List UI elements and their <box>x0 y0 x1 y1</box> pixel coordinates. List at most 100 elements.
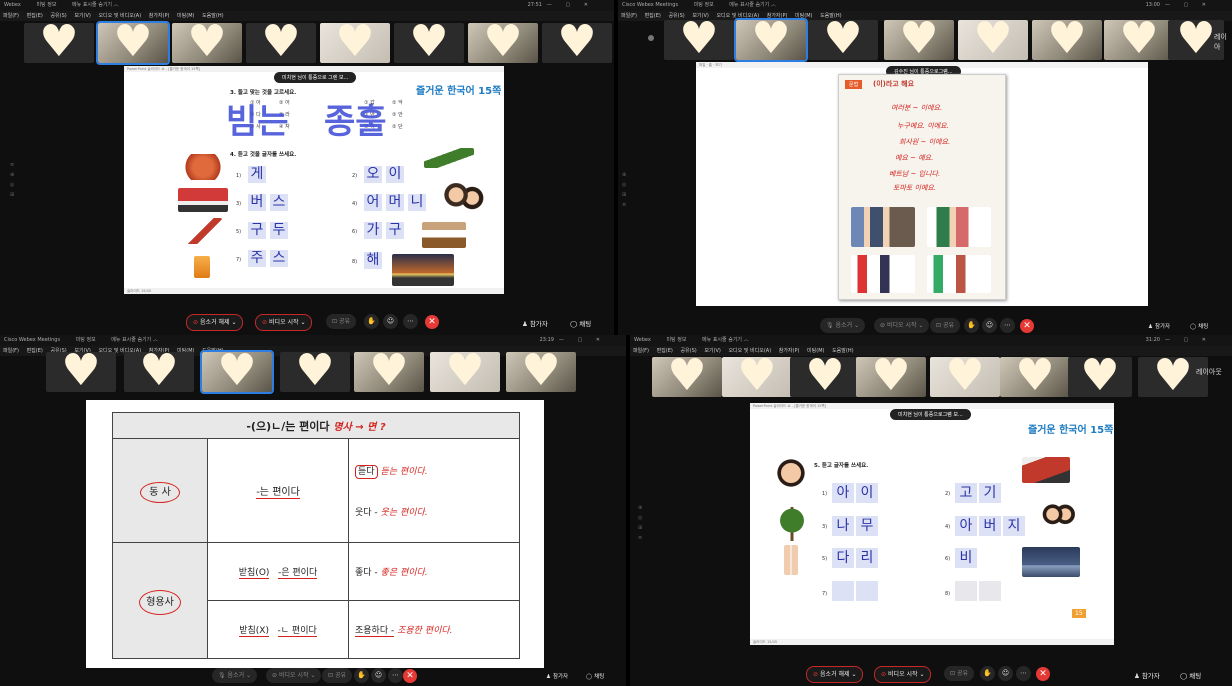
more-options-button[interactable]: ⋯ <box>1016 666 1031 681</box>
participant-tile[interactable]: ♥ <box>506 352 576 392</box>
window-controls[interactable]: — ▢ ✕ <box>1165 0 1212 11</box>
participant-tile[interactable]: ♥ <box>1068 357 1132 397</box>
end-meeting-button[interactable]: ✕ <box>1036 667 1050 681</box>
raise-hand-button[interactable]: ✋ <box>354 668 369 683</box>
menu-meeting[interactable]: 미팅(M) <box>795 13 812 19</box>
start-video-button[interactable]: ⊘ 비디오 시작 ⌄ <box>255 314 313 331</box>
chat-button[interactable]: ◯ 채팅 <box>586 672 604 680</box>
layout-button[interactable]: 레이아웃 <box>1196 367 1222 377</box>
participants-button[interactable]: ♟ 참가자 <box>522 318 548 328</box>
menu-participants[interactable]: 참가자(P) <box>149 13 170 19</box>
participant-tile[interactable]: ♥ <box>1104 20 1174 60</box>
participant-tile[interactable]: ♥ <box>354 352 424 392</box>
participant-tile[interactable]: ♥ <box>246 23 316 63</box>
menu-view[interactable]: 보기(V) <box>704 348 721 354</box>
menu-view[interactable]: 보기(V) <box>74 13 91 19</box>
menu-participants[interactable]: 참가자(P) <box>779 348 800 354</box>
menu-view[interactable]: 보기(V) <box>692 13 709 19</box>
raise-hand-button[interactable]: ✋ <box>980 666 995 681</box>
menu-participants[interactable]: 참가자(P) <box>767 13 788 19</box>
chat-button[interactable]: ◯ 채팅 <box>1180 670 1201 680</box>
more-options-button[interactable]: ⋯ <box>1000 318 1015 333</box>
menu-edit[interactable]: 편집(E) <box>27 13 43 19</box>
meeting-info-link[interactable]: 미팅 정보 <box>694 2 714 8</box>
participant-tile[interactable]: ♥ <box>124 352 194 392</box>
window-controls[interactable]: — ▢ ✕ <box>1165 335 1212 346</box>
raise-hand-button[interactable]: ✋ <box>364 314 379 329</box>
layout-button[interactable]: 레이아 <box>1214 32 1232 52</box>
participants-button[interactable]: ♟ 참가자 <box>1134 670 1160 680</box>
chat-button[interactable]: ◯ 채팅 <box>570 318 591 328</box>
meeting-info-link[interactable]: 미팅 정보 <box>36 2 56 8</box>
participant-tile[interactable]: ♥ <box>1032 20 1102 60</box>
participant-tile[interactable]: ♥ <box>24 23 94 63</box>
raise-hand-button[interactable]: ✋ <box>964 318 979 333</box>
meeting-info-link[interactable]: 미팅 정보 <box>76 337 96 343</box>
more-options-button[interactable]: ⋯ <box>403 314 418 329</box>
participant-tile[interactable]: ♥ <box>430 352 500 392</box>
menu-help[interactable]: 도움말(H) <box>820 13 841 19</box>
strip-scroll-dot[interactable] <box>648 35 654 41</box>
participant-tile[interactable]: ♥ <box>808 20 878 60</box>
participants-button[interactable]: ♟ 참가자 <box>546 672 568 680</box>
participant-tile[interactable]: ♥ <box>46 352 116 392</box>
menu-share[interactable]: 공유(S) <box>50 13 66 19</box>
hide-menu-link[interactable]: 메뉴 표시줄 숨기기 ︿ <box>72 2 119 8</box>
share-button[interactable]: ⊡ 공유 <box>930 318 960 333</box>
participant-tile[interactable]: ♥ <box>930 357 1000 397</box>
participant-tile[interactable]: ♥ <box>734 18 808 62</box>
participant-tile[interactable]: ♥ <box>856 357 926 397</box>
reactions-button[interactable]: ☺ <box>371 668 386 683</box>
side-toolbar[interactable]: ⊕ ◎ ⊞ ≡ <box>622 170 626 210</box>
start-video-button[interactable]: ⊘ 비디오 시작 ⌄ <box>266 668 322 683</box>
menu-audio-video[interactable]: 오디오 및 비디오(A) <box>716 13 759 19</box>
participant-tile[interactable]: ♥ <box>790 357 860 397</box>
end-meeting-button[interactable]: ✕ <box>425 315 439 329</box>
menu-file[interactable]: 파일(F) <box>633 348 649 354</box>
participant-tile[interactable]: ♥ <box>664 20 734 60</box>
meeting-info-link[interactable]: 미팅 정보 <box>666 337 686 343</box>
end-meeting-button[interactable]: ✕ <box>403 669 417 683</box>
menu-file[interactable]: 파일(F) <box>621 13 637 19</box>
menu-meeting[interactable]: 미팅(M) <box>807 348 824 354</box>
menu-help[interactable]: 도움말(H) <box>202 13 223 19</box>
participant-tile[interactable]: ♥ <box>320 23 390 63</box>
menu-file[interactable]: 파일(F) <box>3 348 19 354</box>
menu-edit[interactable]: 편집(E) <box>27 348 43 354</box>
menu-share[interactable]: 공유(S) <box>680 348 696 354</box>
menu-audio-video[interactable]: 오디오 및 비디오(A) <box>98 13 141 19</box>
mute-button[interactable]: 🎙 음소거 ⌄ <box>212 668 258 683</box>
side-toolbar[interactable]: ⊕ ◎ ⊞ ≡ <box>638 503 642 543</box>
participant-tile[interactable]: ♥ <box>652 357 722 397</box>
end-meeting-button[interactable]: ✕ <box>1020 319 1034 333</box>
participant-tile[interactable]: ♥ <box>394 23 464 63</box>
participant-tile[interactable]: ♥ <box>1000 357 1070 397</box>
menu-meeting[interactable]: 미팅(M) <box>177 13 194 19</box>
share-button[interactable]: ⊡ 공유 <box>326 314 356 329</box>
participant-tile[interactable]: ♥ <box>468 23 538 63</box>
hide-menu-link[interactable]: 메뉴 표시줄 숨기기 ︿ <box>702 337 749 343</box>
participant-tile[interactable]: ♥ <box>542 23 612 63</box>
participant-tile[interactable]: ♥ <box>958 20 1028 60</box>
menu-edit[interactable]: 편집(E) <box>645 13 661 19</box>
start-video-button[interactable]: ⊘ 비디오 시작 ⌄ <box>874 318 930 333</box>
more-options-button[interactable]: ⋯ <box>388 668 403 683</box>
menu-share[interactable]: 공유(S) <box>668 13 684 19</box>
mute-button[interactable]: 🎙 음소거 ⌄ <box>820 318 866 333</box>
share-button[interactable]: ⊡ 공유 <box>322 668 352 683</box>
chat-button[interactable]: ◯ 채팅 <box>1190 322 1208 330</box>
window-controls[interactable]: — ▢ ✕ <box>559 335 606 346</box>
participant-tile[interactable]: ♥ <box>172 23 242 63</box>
side-toolbar[interactable]: ≡ ⊕ ◎ ⊞ <box>10 160 14 200</box>
start-video-button[interactable]: ⊘ 비디오 시작 ⌄ <box>874 666 932 683</box>
participant-tile[interactable]: ♥ <box>280 352 350 392</box>
hide-menu-link[interactable]: 메뉴 표시줄 숨기기 ︿ <box>729 2 776 8</box>
reactions-button[interactable]: ☺ <box>982 318 997 333</box>
unmute-button[interactable]: ⊘ 음소거 해제 ⌄ <box>186 314 244 331</box>
share-button[interactable]: ⊡ 공유 <box>944 666 974 681</box>
menu-file[interactable]: 파일(F) <box>3 13 19 19</box>
participant-tile[interactable]: ♥ <box>884 20 954 60</box>
hide-menu-link[interactable]: 메뉴 표시줄 숨기기 ︿ <box>111 337 158 343</box>
participants-button[interactable]: ♟ 참가자 <box>1148 322 1170 330</box>
reactions-button[interactable]: ☺ <box>998 666 1013 681</box>
